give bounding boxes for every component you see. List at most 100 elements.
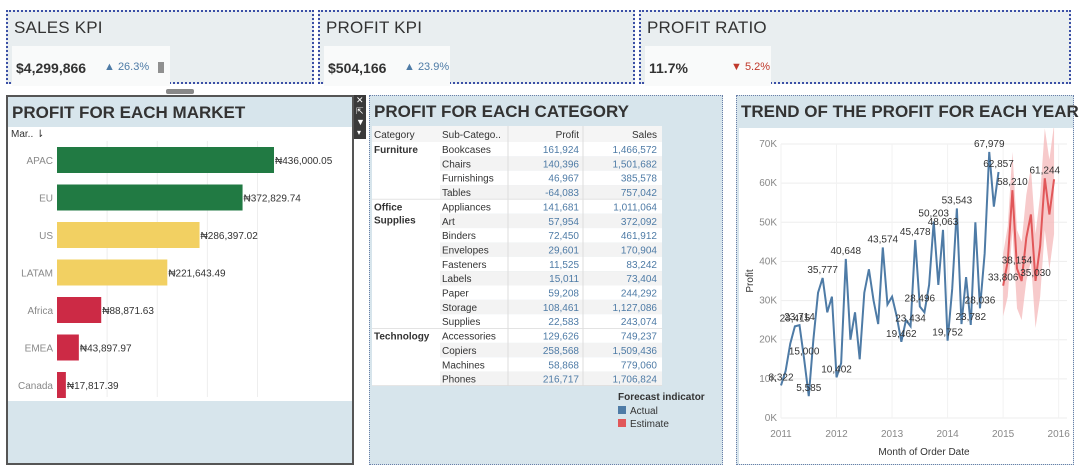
- table-profit-value: 46,967: [548, 174, 579, 185]
- trend-point-label: 33,806: [988, 273, 1019, 284]
- table-profit-value: 58,868: [548, 360, 579, 371]
- table-sales-value: 385,578: [621, 174, 658, 185]
- table-sales-value: 372,092: [621, 217, 658, 228]
- profit-ratio-value: 11.7%: [649, 60, 688, 76]
- trend-point-label: 23,434: [895, 313, 926, 324]
- table-sales-value: 1,466,572: [613, 145, 658, 156]
- legend-estimate-label: Estimate: [630, 419, 669, 430]
- table-profit-value: -64,083: [545, 188, 579, 199]
- table-profit-value: 216,717: [543, 375, 580, 386]
- table-sales-value: 1,706,824: [613, 375, 658, 386]
- table-profit-value: 108,461: [543, 303, 580, 314]
- market-panel: PROFIT FOR EACH MARKET Mar.. ⇂ APAC ₦436,0…: [6, 95, 354, 465]
- trend-point-label: 58,210: [997, 177, 1028, 188]
- sales-kpi-body: $4,299,866 ▲ 26.3%: [12, 46, 170, 86]
- table-column-header: Category: [374, 130, 415, 141]
- legend-item-estimate[interactable]: Estimate: [618, 419, 718, 430]
- table-subcategory: Appliances: [442, 202, 491, 213]
- profit-kpi-card: PROFIT KPI $504,166 ▲ 23.9%: [318, 10, 635, 86]
- trend-x-tick: 2016: [1048, 429, 1071, 440]
- table-subcategory: Copiers: [442, 346, 476, 357]
- drag-handle[interactable]: [166, 89, 194, 94]
- trend-point-label: 61,244: [1029, 165, 1060, 176]
- table-subcategory: Fasteners: [442, 260, 486, 271]
- trend-point-label: 67,979: [974, 139, 1005, 150]
- table-subcategory: Envelopes: [442, 245, 489, 256]
- market-bar: [57, 147, 274, 173]
- table-subcategory: Bookcases: [442, 145, 491, 156]
- market-bar: [57, 334, 79, 361]
- trend-point-label: 28,496: [905, 293, 936, 304]
- table-category-label: Supplies: [374, 215, 416, 226]
- trend-y-tick: 50K: [759, 217, 777, 228]
- profit-ratio-title: PROFIT RATIO: [647, 18, 767, 37]
- profit-kpi-body: $504,166 ▲ 23.9%: [324, 46, 450, 86]
- profit-kpi-delta: ▲ 23.9%: [404, 61, 450, 73]
- table-category-label: Technology: [374, 332, 430, 343]
- profit-ratio-body: 11.7% ▼ 5.2%: [645, 46, 771, 86]
- trend-point-label: 62,857: [983, 159, 1014, 170]
- category-panel-title: PROFIT FOR EACH CATEGORY: [374, 102, 629, 121]
- trend-panel: TREND OF THE PROFIT FOR EACH YEAR 0K 10K 2…: [736, 95, 1079, 465]
- table-sales-value: 779,060: [621, 360, 658, 371]
- market-category-label: APAC: [27, 156, 54, 167]
- table-profit-value: 258,568: [543, 346, 580, 357]
- trend-y-tick: 40K: [759, 256, 777, 267]
- table-sales-value: 243,074: [621, 317, 658, 328]
- expand-icon[interactable]: ⇱: [356, 106, 364, 117]
- table-profit-value: 15,011: [549, 274, 579, 285]
- remove-icon[interactable]: ✕: [356, 95, 364, 106]
- table-subcategory: Storage: [442, 303, 477, 314]
- table-profit-value: 22,583: [548, 317, 579, 328]
- table-sales-value: 170,904: [621, 245, 658, 256]
- market-bar: [57, 184, 243, 211]
- trend-point-label: 5,585: [796, 383, 821, 394]
- profit-ratio-delta: ▼ 5.2%: [731, 61, 771, 73]
- table-sales-value: 73,404: [626, 274, 657, 285]
- worksheet-toolbar: ✕ ⇱ ▼ ▾: [354, 95, 366, 139]
- trend-point-label: 23,782: [955, 312, 986, 323]
- sales-kpi-title: SALES KPI: [14, 18, 103, 37]
- market-bar-value-label: ₦43,897.97: [80, 344, 132, 355]
- table-subcategory: Supplies: [442, 317, 480, 328]
- trend-point-label: 35,777: [807, 265, 838, 276]
- table-profit-value: 57,954: [548, 217, 579, 228]
- estimate-swatch: [618, 419, 626, 427]
- table-subcategory: Phones: [442, 375, 476, 386]
- table-column-header: Profit: [556, 130, 580, 141]
- market-category-label: US: [39, 231, 53, 242]
- table-profit-value: 161,924: [543, 145, 580, 156]
- profit-kpi-title: PROFIT KPI: [326, 18, 423, 37]
- trend-point-label: 28,036: [965, 295, 996, 306]
- category-table: Category Sub-Catego.. Profit Sales Furniture…: [372, 126, 662, 386]
- market-bar-value-label: ₦372,829.74: [244, 194, 302, 205]
- trend-x-tick: 2011: [770, 429, 792, 440]
- table-profit-value: 59,208: [548, 289, 579, 300]
- more-options-icon[interactable]: ▾: [357, 128, 361, 137]
- table-sales-value: 1,127,086: [613, 303, 658, 314]
- table-subcategory: Chairs: [442, 159, 471, 170]
- market-category-label: Africa: [27, 306, 53, 317]
- legend-item-actual[interactable]: Actual: [618, 406, 718, 417]
- forecast-legend: Forecast indicator Actual Estimate: [618, 392, 718, 430]
- filter-icon[interactable]: ▼: [356, 117, 365, 127]
- market-category-label: EMEA: [25, 344, 54, 355]
- trend-point-label: 53,543: [942, 195, 973, 206]
- profit-kpi-value: $504,166: [328, 60, 387, 76]
- market-bar: [57, 297, 102, 323]
- table-profit-value: 11,525: [549, 260, 579, 271]
- market-bar-value-label: ₦436,000.05: [275, 156, 333, 167]
- table-category-label: Furniture: [374, 145, 418, 156]
- table-header-bg: [372, 126, 662, 142]
- table-subcategory: Paper: [442, 289, 469, 300]
- trend-y-tick: 20K: [759, 335, 777, 346]
- table-profit-value: 72,450: [548, 231, 579, 242]
- trend-line-chart: 0K10K20K30K40K50K60K70K2011 2012 2013 2014 2…: [739, 128, 1073, 464]
- trend-point-label: 19,462: [886, 329, 917, 340]
- sales-kpi-delta: ▲ 26.3%: [104, 61, 150, 73]
- market-axis-header: Mar.. ⇂: [11, 129, 44, 140]
- table-sales-value: 461,912: [621, 231, 658, 242]
- trend-y-tick: 60K: [759, 178, 777, 189]
- table-category-label: Office: [374, 202, 403, 213]
- table-subcategory: Furnishings: [442, 174, 494, 185]
